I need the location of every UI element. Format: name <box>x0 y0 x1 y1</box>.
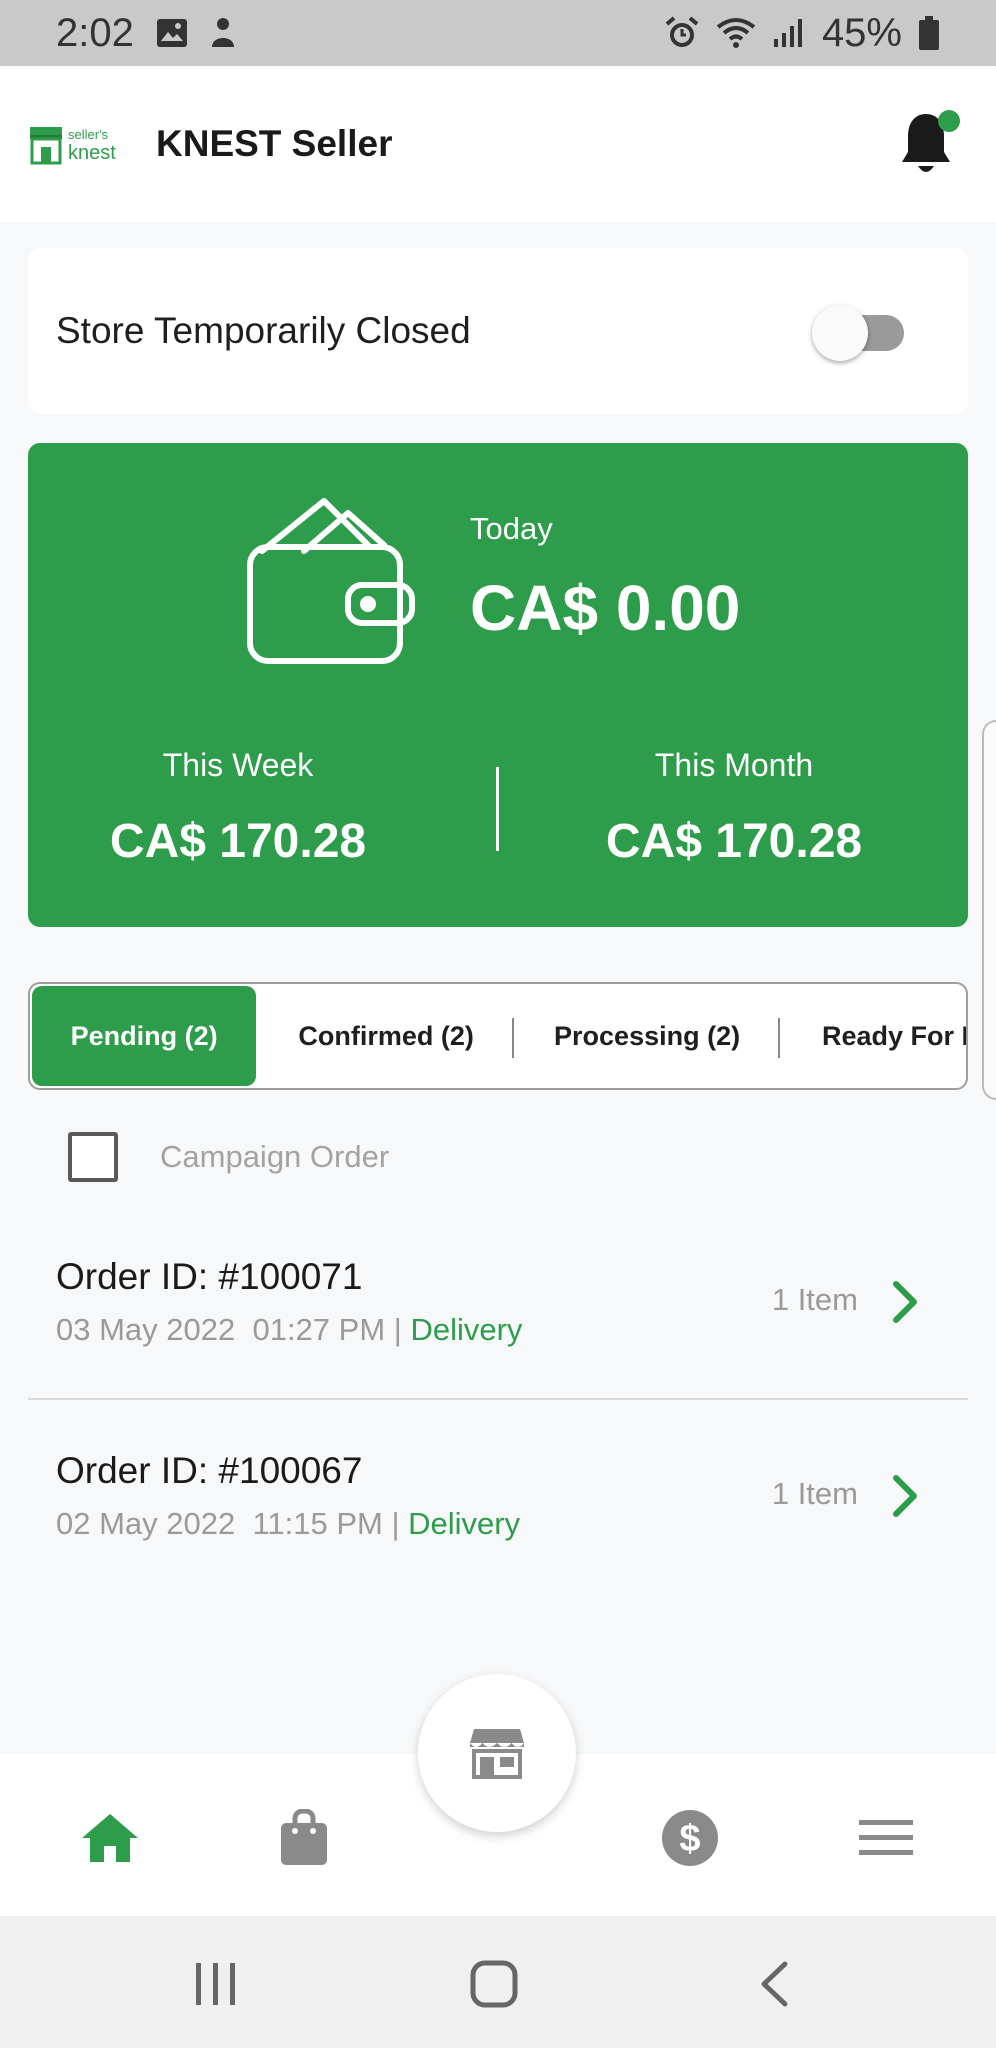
app-logo: seller's knest <box>28 121 126 167</box>
status-time: 2:02 <box>56 10 134 55</box>
this-week-amount: CA$ 170.28 <box>109 815 367 868</box>
campaign-order-filter: Campaign Order <box>68 1132 389 1182</box>
today-label: Today <box>470 511 553 546</box>
order-date: 02 May 2022 <box>56 1506 236 1541</box>
store-icon <box>470 1729 524 1779</box>
nav-menu[interactable] <box>854 1806 918 1870</box>
svg-text:$: $ <box>679 1818 700 1860</box>
battery-percent: 45% <box>821 10 902 55</box>
system-navigation-bar <box>0 1916 996 2048</box>
dollar-icon: $ <box>662 1810 718 1866</box>
image-icon <box>156 18 188 48</box>
tab-confirmed-label: Confirmed (2) <box>298 1020 474 1051</box>
home-icon <box>82 1814 138 1862</box>
store-fab-button[interactable] <box>418 1674 576 1832</box>
order-status-tabs: Pending (2) Confirmed (2) Processing (2)… <box>28 982 968 1090</box>
tab-ready-for-handover[interactable]: Ready For H <box>780 984 966 1088</box>
order-meta: 03 May 2022 01:27 PM | Delivery <box>56 1312 523 1347</box>
order-time: 11:15 PM <box>252 1506 383 1541</box>
campaign-order-checkbox[interactable] <box>68 1132 118 1182</box>
app-header: seller's knest KNEST Seller <box>0 66 996 222</box>
order-item-count: 1 Item <box>771 1282 858 1317</box>
back-button[interactable] <box>744 1956 804 2012</box>
home-circle-icon <box>470 1960 518 2008</box>
edge-panel-handle[interactable] <box>982 720 996 1100</box>
campaign-order-label: Campaign Order <box>160 1139 390 1174</box>
this-month-label: This Month <box>654 747 814 783</box>
store-status-card: Store Temporarily Closed <box>28 248 968 414</box>
order-type: Delivery <box>408 1506 521 1541</box>
wifi-icon <box>716 17 756 49</box>
tab-ready-label: Ready For H <box>822 1020 968 1051</box>
chevron-right-icon[interactable] <box>890 1280 920 1324</box>
notification-button[interactable] <box>898 108 960 180</box>
order-date: 03 May 2022 <box>56 1312 236 1347</box>
order-meta: 02 May 2022 11:15 PM | Delivery <box>56 1506 521 1541</box>
nav-earnings[interactable]: $ <box>658 1806 722 1870</box>
earnings-divider <box>496 767 499 851</box>
earnings-card: Today CA$ 0.00 This Week CA$ 170.28 This… <box>28 443 968 927</box>
nav-home[interactable] <box>78 1806 142 1870</box>
this-week-label: This Week <box>162 747 314 783</box>
recent-apps-button[interactable] <box>186 1956 246 2012</box>
menu-icon <box>859 1820 913 1855</box>
shopping-bag-icon <box>281 1809 327 1865</box>
order-time: 01:27 PM <box>252 1312 386 1347</box>
notification-badge <box>938 110 960 132</box>
tab-processing[interactable]: Processing (2) <box>514 984 780 1088</box>
order-row[interactable]: Order ID: #100071 03 May 2022 01:27 PM |… <box>28 1236 968 1396</box>
nav-orders[interactable] <box>272 1806 336 1870</box>
order-row[interactable]: Order ID: #100067 02 May 2022 11:15 PM |… <box>28 1398 968 1558</box>
order-id: Order ID: #100071 <box>56 1256 363 1297</box>
silhouette-icon <box>210 17 236 49</box>
wallet-icon <box>244 495 424 667</box>
store-status-label: Store Temporarily Closed <box>56 310 471 351</box>
toggle-thumb <box>812 305 868 361</box>
alarm-icon <box>664 15 700 51</box>
order-item-count: 1 Item <box>771 1476 858 1511</box>
svg-text:knest: knest <box>68 142 116 164</box>
tab-processing-label: Processing (2) <box>554 1020 741 1051</box>
this-week-summary: This Week CA$ 170.28 <box>38 747 438 869</box>
this-month-summary: This Month CA$ 170.28 <box>534 747 934 869</box>
tab-pending[interactable]: Pending (2) <box>32 986 257 1086</box>
tab-pending-label: Pending (2) <box>70 1020 218 1051</box>
order-type: Delivery <box>410 1312 523 1347</box>
status-bar: 2:02 45% <box>0 0 996 66</box>
signal-icon <box>772 17 806 49</box>
today-amount: CA$ 0.00 <box>470 572 741 644</box>
recent-apps-icon <box>196 1963 235 2005</box>
back-icon <box>761 1961 788 2007</box>
order-id: Order ID: #100067 <box>56 1450 363 1491</box>
battery-icon <box>918 15 940 51</box>
this-month-amount: CA$ 170.28 <box>605 815 863 868</box>
chevron-right-icon[interactable] <box>890 1474 920 1518</box>
svg-text:seller's: seller's <box>68 127 109 142</box>
store-closed-toggle[interactable] <box>812 303 904 361</box>
tab-confirmed[interactable]: Confirmed (2) <box>258 984 515 1088</box>
home-system-button[interactable] <box>464 1956 524 2012</box>
app-title: KNEST Seller <box>156 123 393 164</box>
